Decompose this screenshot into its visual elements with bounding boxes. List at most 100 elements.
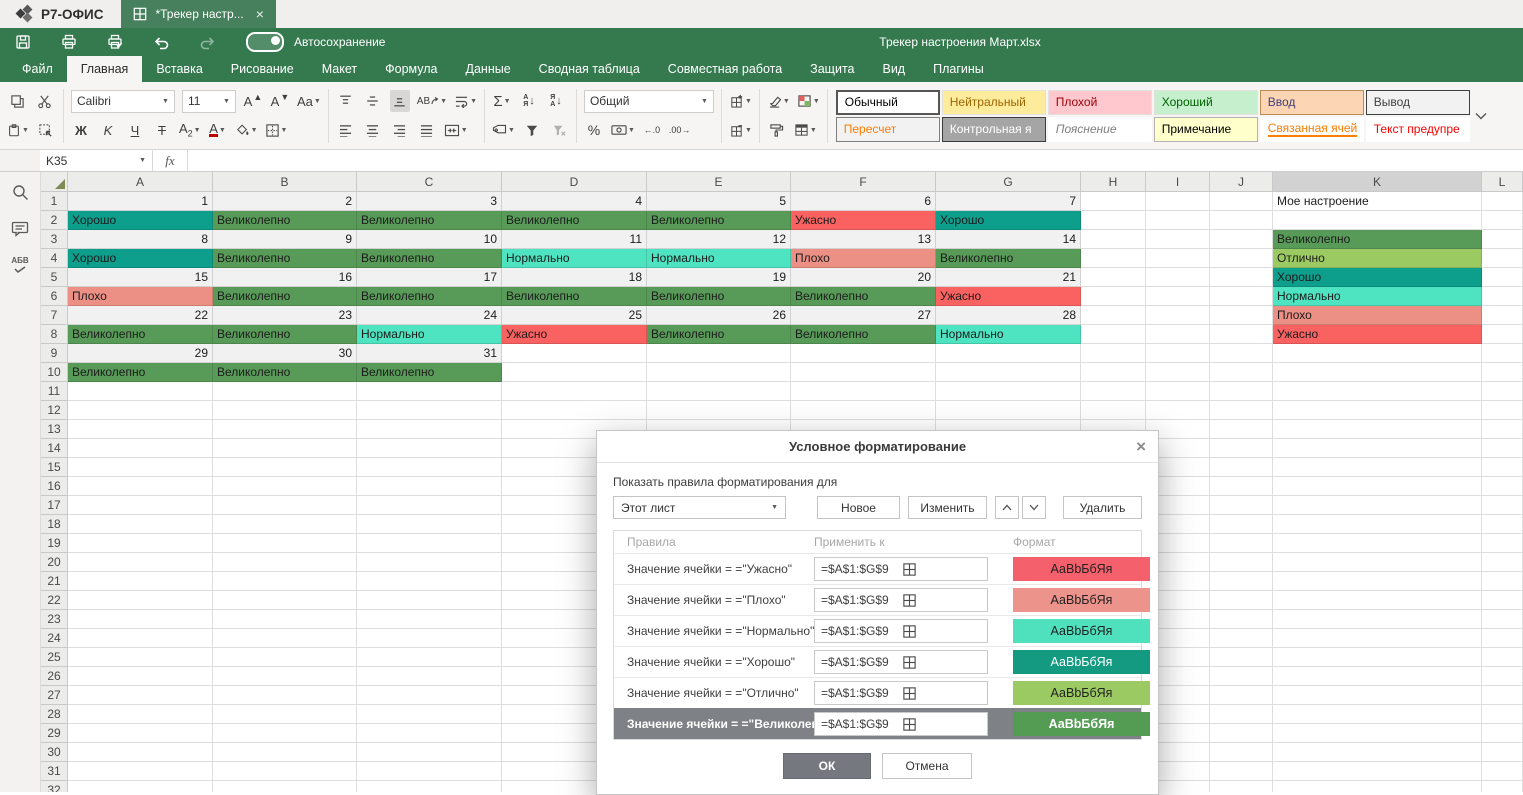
cell[interactable] (68, 572, 213, 591)
row-header-26[interactable]: 26 (41, 667, 68, 686)
wrap-text-icon[interactable]: ▼ (454, 90, 477, 112)
cell[interactable] (213, 439, 357, 458)
cell[interactable] (1210, 306, 1273, 325)
cell-style-chip[interactable]: Ввод (1260, 90, 1364, 115)
percent-icon[interactable]: % (584, 119, 604, 141)
cancel-button[interactable]: Отмена (882, 753, 972, 779)
cell[interactable] (213, 686, 357, 705)
justify-icon[interactable] (417, 119, 437, 141)
cell[interactable] (68, 724, 213, 743)
cell[interactable] (1210, 686, 1273, 705)
cell[interactable] (1081, 211, 1146, 230)
cell[interactable]: 26 (647, 306, 791, 325)
name-box[interactable]: K35 ▼ (40, 150, 153, 171)
cell[interactable]: Великолепно (502, 211, 647, 230)
cell[interactable] (647, 363, 791, 382)
cell[interactable]: Великолепно (647, 325, 791, 344)
menu-tab-7[interactable]: Данные (452, 56, 525, 82)
cell[interactable]: Хорошо (68, 211, 213, 230)
cell[interactable]: 30 (213, 344, 357, 363)
cell[interactable] (1482, 648, 1523, 667)
cell[interactable] (1482, 781, 1523, 792)
sum-icon[interactable]: Σ▼ (492, 90, 512, 112)
cell[interactable] (1273, 572, 1482, 591)
rule-row[interactable]: Значение ячейки = ="Нормально"=$A$1:$G$9… (614, 615, 1141, 646)
copy-button[interactable] (7, 90, 27, 112)
cell[interactable] (1146, 401, 1210, 420)
format-table-icon[interactable]: ▼ (794, 119, 817, 141)
currency-icon[interactable]: ▼ (611, 119, 635, 141)
cell[interactable] (213, 572, 357, 591)
filter-icon[interactable] (522, 119, 542, 141)
cell[interactable]: 28 (936, 306, 1081, 325)
strikethrough-icon[interactable]: Ŧ (152, 119, 172, 141)
cell[interactable] (1273, 458, 1482, 477)
cell-style-chip[interactable]: Вывод (1366, 90, 1470, 115)
cell[interactable] (1146, 287, 1210, 306)
cell[interactable]: Великолепно (357, 211, 502, 230)
cell[interactable] (68, 667, 213, 686)
cell[interactable] (502, 344, 647, 363)
cell[interactable]: Великолепно (213, 211, 357, 230)
cell[interactable] (68, 382, 213, 401)
cell[interactable]: Великолепно (213, 325, 357, 344)
cell[interactable]: 22 (68, 306, 213, 325)
cell[interactable] (1482, 724, 1523, 743)
cell[interactable] (1482, 420, 1523, 439)
cell[interactable] (1273, 515, 1482, 534)
cell[interactable] (68, 705, 213, 724)
cell[interactable] (1482, 268, 1523, 287)
cell[interactable] (1482, 743, 1523, 762)
cell[interactable] (68, 496, 213, 515)
cell[interactable] (1210, 344, 1273, 363)
cell[interactable] (1081, 230, 1146, 249)
cell[interactable] (502, 382, 647, 401)
rule-row[interactable]: Значение ячейки = ="Великолепно"=$A$1:$G… (614, 708, 1141, 739)
cell[interactable] (1146, 230, 1210, 249)
quick-print-button[interactable] (104, 31, 126, 53)
cell[interactable] (1482, 572, 1523, 591)
cell[interactable] (1482, 363, 1523, 382)
menu-tab-9[interactable]: Совместная работа (654, 56, 796, 82)
cell[interactable] (1482, 439, 1523, 458)
cell[interactable]: 23 (213, 306, 357, 325)
cell[interactable] (357, 382, 502, 401)
cell[interactable] (1081, 325, 1146, 344)
cell[interactable] (1273, 610, 1482, 629)
cell[interactable]: 9 (213, 230, 357, 249)
select-button[interactable] (36, 119, 56, 141)
cell[interactable] (1482, 553, 1523, 572)
cell[interactable] (68, 781, 213, 792)
cell[interactable]: 1 (68, 192, 213, 211)
cell[interactable] (68, 458, 213, 477)
cell[interactable] (1273, 382, 1482, 401)
delete-rule-button[interactable]: Удалить (1063, 496, 1142, 519)
cell[interactable] (357, 724, 502, 743)
cell[interactable]: Великолепно (357, 287, 502, 306)
cell[interactable] (1273, 724, 1482, 743)
cell[interactable] (1273, 667, 1482, 686)
merge-icon[interactable]: ▼ (444, 119, 468, 141)
subscript-icon[interactable]: A2▼ (179, 119, 201, 141)
cell[interactable] (1482, 534, 1523, 553)
formula-input[interactable] (188, 150, 1523, 171)
range-picker-icon[interactable] (902, 593, 983, 608)
cell[interactable]: Нормально (357, 325, 502, 344)
range-picker-icon[interactable] (902, 686, 983, 701)
cell[interactable] (647, 382, 791, 401)
cell[interactable] (1273, 420, 1482, 439)
cell[interactable] (1210, 781, 1273, 792)
cell[interactable] (213, 724, 357, 743)
cell-style-chip[interactable]: Примечание (1154, 117, 1258, 142)
cell[interactable] (68, 439, 213, 458)
cell-style-chip[interactable]: Текст предупре (1366, 117, 1470, 142)
col-header-G[interactable]: G (936, 172, 1081, 192)
increase-decimal-icon[interactable]: .00→ (669, 119, 691, 141)
cell[interactable] (1482, 762, 1523, 781)
cell[interactable] (1273, 496, 1482, 515)
gallery-more-icon[interactable] (1473, 112, 1489, 120)
cell[interactable] (357, 629, 502, 648)
cell[interactable] (1482, 344, 1523, 363)
cell[interactable]: Великолепно (68, 325, 213, 344)
format-painter-icon[interactable] (767, 119, 787, 141)
